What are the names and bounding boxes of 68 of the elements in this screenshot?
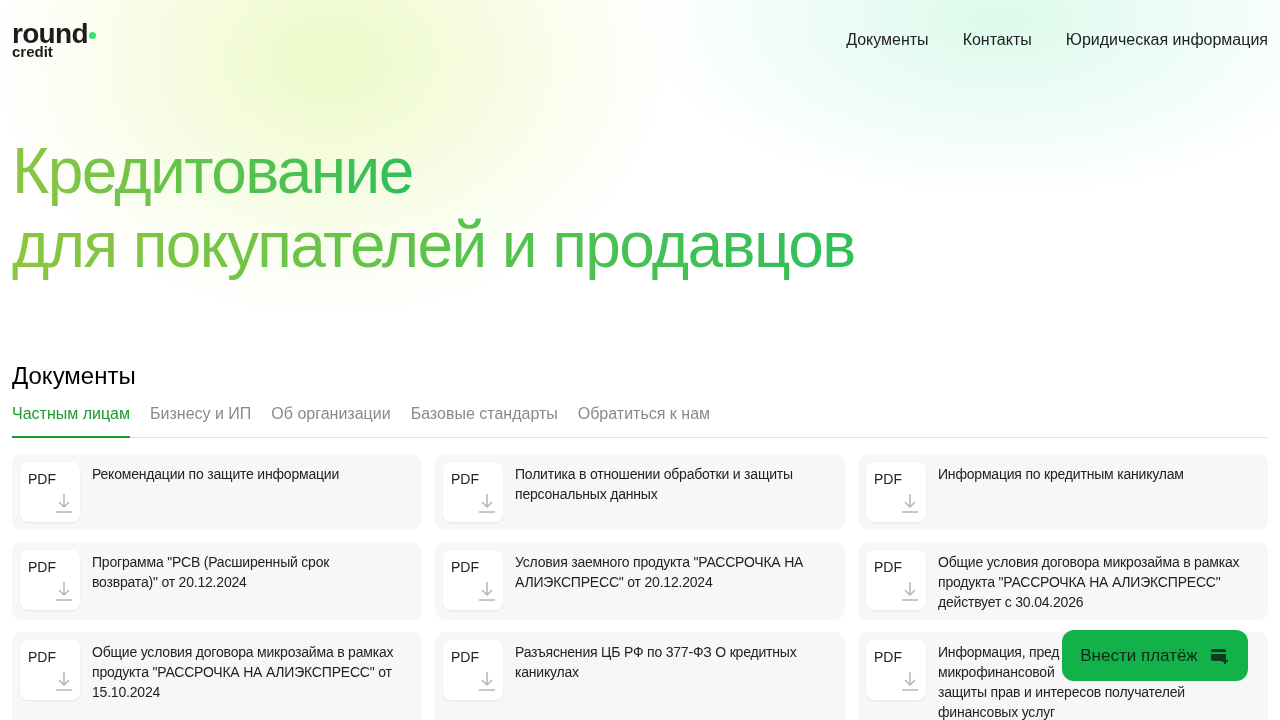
document-title: действует с 30.04.2026 (938, 593, 1084, 612)
document-card[interactable]: PDF Программа "РСВ (Расширенный срок возврата)" от 20.12.2024 (12, 542, 422, 620)
document-title: Политика в отношении обработки и защиты (515, 465, 793, 484)
document-card[interactable]: PDF Общие условия договора микрозайма в рамках продукта "РАССРОЧКА НА АЛИЭКСПРЕСС" от 15.10.2024 (12, 632, 422, 720)
document-card[interactable]: PDF Политика в отношении обработки и защиты персональных данных (435, 454, 845, 530)
file-type-label: PDF (28, 470, 56, 489)
download-icon (901, 492, 919, 514)
nav-link[interactable]: Документы (846, 28, 929, 52)
download-icon (478, 670, 496, 692)
document-title: Условия заемного продукта "РАССРОЧКА НА (515, 553, 804, 572)
pdf-tile[interactable]: PDF (443, 550, 503, 610)
file-type-label: PDF (28, 648, 56, 667)
document-title: АЛИЭКСПРЕСС" от 20.12.2024 (515, 573, 713, 592)
document-title: Информация, пред (938, 643, 1060, 662)
pay-button[interactable]: Внести платёж (1062, 630, 1248, 681)
document-title: Разъяснения ЦБ РФ по 377-ФЗ О кредитных (515, 643, 797, 662)
file-type-label: PDF (451, 470, 479, 489)
document-title: продукта "РАССРОЧКА НА АЛИЭКСПРЕСС" от (92, 663, 392, 682)
document-card[interactable]: PDF Условия заемного продукта "РАССРОЧКА НА АЛИЭКСПРЕСС" от 20.12.2024 (435, 542, 845, 620)
download-icon (55, 580, 73, 602)
document-title: Рекомендации по защите информации (92, 465, 340, 484)
pdf-tile[interactable]: PDF (20, 640, 80, 700)
document-card[interactable]: PDF Рекомендации по защите информации (12, 454, 422, 530)
download-icon (55, 492, 73, 514)
document-title: финансовых услуг (938, 703, 1055, 720)
logo-subtitle: credit (12, 44, 54, 60)
download-icon (55, 670, 73, 692)
pdf-tile[interactable]: PDF (443, 640, 503, 700)
download-icon (901, 670, 919, 692)
file-type-label: PDF (451, 648, 479, 667)
file-type-label: PDF (28, 558, 56, 577)
file-type-label: PDF (874, 470, 902, 489)
tab[interactable]: Частным лицам (12, 402, 130, 438)
pdf-tile[interactable]: PDF (20, 550, 80, 610)
pdf-tile[interactable]: PDF (866, 550, 926, 610)
section-heading: Документы (11, 362, 137, 390)
document-title: 15.10.2024 (92, 683, 161, 702)
document-card[interactable]: PDF Разъяснения ЦБ РФ по 377-ФЗ О кредитных каникулах (435, 632, 845, 720)
document-title: персональных данных (515, 485, 658, 504)
logo-wordmark: round (12, 24, 88, 44)
download-icon (901, 580, 919, 602)
nav-link[interactable]: Контакты (962, 28, 1032, 52)
document-title: продукта "РАССРОЧКА НА АЛИЭКСПРЕСС" (938, 573, 1221, 592)
document-title: микрофинансовой (938, 663, 1055, 682)
pdf-tile[interactable]: PDF (20, 462, 80, 522)
document-title: каникулах (515, 663, 579, 682)
document-title: Информация по кредитным каникулам (938, 465, 1184, 484)
file-type-label: PDF (874, 558, 902, 577)
card-add-icon (1209, 646, 1230, 665)
pdf-tile[interactable]: PDF (443, 462, 503, 522)
pdf-tile[interactable]: PDF (866, 462, 926, 522)
document-title: Общие условия договора микрозайма в рамках (92, 643, 394, 662)
document-title: Программа "РСВ (Расширенный срок (92, 553, 330, 572)
document-title: Общие условия договора микрозайма в рамках (938, 553, 1240, 572)
file-type-label: PDF (874, 648, 902, 667)
file-type-label: PDF (451, 558, 479, 577)
logo[interactable]: round credit (12, 24, 96, 60)
document-title: возврата)" от 20.12.2024 (92, 573, 247, 592)
nav-link[interactable]: Юридическая информация (1065, 28, 1268, 52)
tab[interactable]: Об организации (271, 402, 391, 438)
document-card[interactable]: PDF Информация по кредитным каникулам (858, 454, 1268, 530)
pdf-tile[interactable]: PDF (866, 640, 926, 700)
tab[interactable]: Базовые стандарты (410, 402, 558, 438)
download-icon (478, 580, 496, 602)
document-title: защиты прав и интересов получателей (938, 683, 1185, 702)
document-card[interactable]: PDF Общие условия договора микрозайма в рамках продукта "РАССРОЧКА НА АЛИЭКСПРЕСС" действует с 30.04.2026 (858, 542, 1268, 620)
tab[interactable]: Бизнесу и ИП (150, 402, 252, 438)
download-icon (478, 492, 496, 514)
